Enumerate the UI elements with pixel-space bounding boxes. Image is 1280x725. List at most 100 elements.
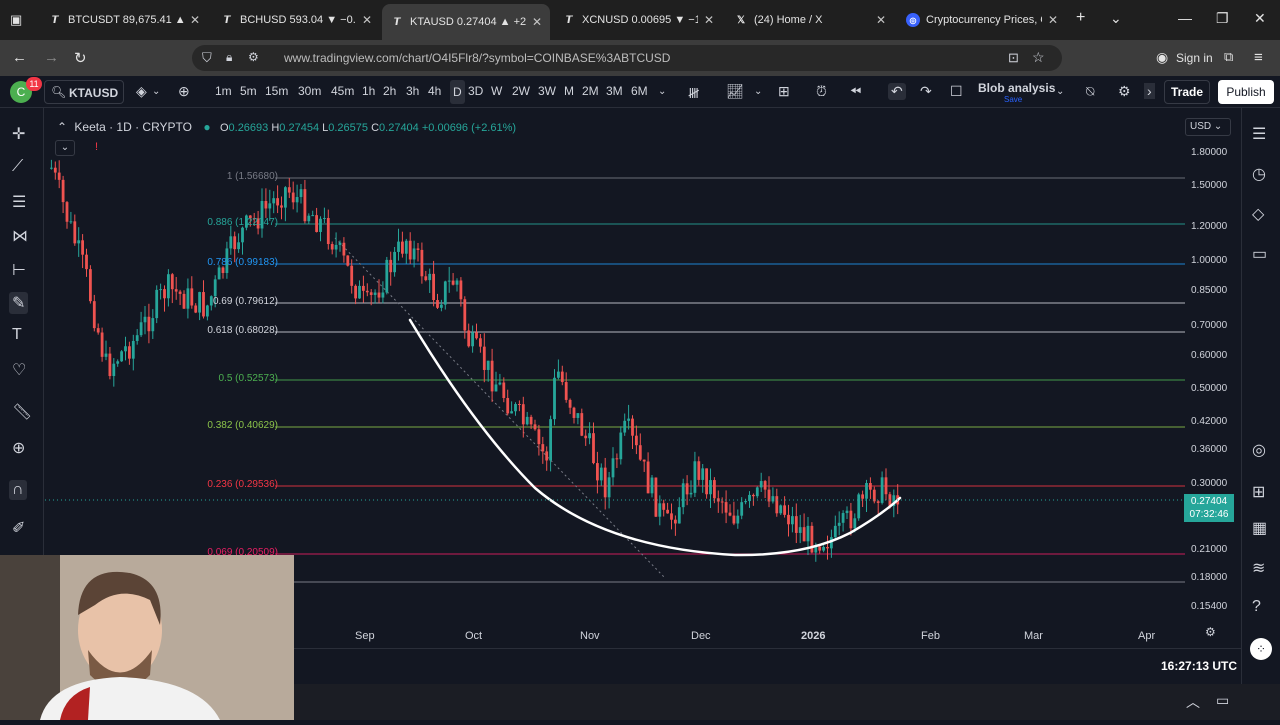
pattern-icon[interactable]: ⋈ (12, 226, 28, 246)
timeframe-3M[interactable]: 3M (606, 84, 623, 98)
browser-tab-btcusdt[interactable]: 𝙏BTCUSDT 89,675.41 ▲ +0.1✕ (40, 6, 208, 34)
timeframe-1m[interactable]: 1m (215, 84, 232, 98)
legend-arrow-icon[interactable]: ⌃ (57, 120, 67, 134)
close-icon[interactable]: ✕ (532, 15, 542, 29)
new-tab-icon[interactable]: + (1076, 9, 1085, 27)
timeframe-3h[interactable]: 3h (406, 84, 419, 98)
install-app-icon[interactable]: ⊡ (1008, 50, 1019, 66)
data-window-icon[interactable]: ⊞ (1252, 482, 1265, 502)
alert-icon[interactable]: ⏰︎ (816, 83, 827, 100)
timeframe-chevron-icon[interactable]: ⌄ (658, 86, 666, 97)
reload-icon[interactable]: ↻ (74, 49, 87, 67)
streams-icon[interactable]: ≋ (1252, 558, 1265, 578)
undo-icon[interactable]: ↶ (888, 83, 906, 100)
timeframe-3D[interactable]: 3D (468, 84, 483, 98)
quick-search-icon[interactable]: ⍉ (1086, 83, 1094, 100)
back-arrow-icon[interactable]: ← (12, 49, 27, 66)
indicators-icon[interactable]: 📈︎ (726, 83, 744, 100)
publish-button[interactable]: Publish (1218, 80, 1274, 104)
forward-arrow-icon[interactable]: → (44, 49, 59, 66)
sign-in-button[interactable]: Sign in (1176, 51, 1213, 65)
browser-menu-icon[interactable]: ≡ (1254, 49, 1263, 66)
url-text[interactable]: www.tradingview.com/chart/O4I5Flr8/?symb… (284, 51, 670, 65)
legend-title[interactable]: Keeta · 1D · CRYPTO (74, 120, 192, 134)
tab-list-chevron-icon[interactable]: ⌄ (1110, 10, 1122, 27)
lock-drawing-icon[interactable]: ✐ (12, 518, 25, 538)
chat-icon[interactable]: ▭ (1252, 244, 1267, 264)
timeframe-4h[interactable]: 4h (428, 84, 441, 98)
layout-square-icon[interactable]: ☐ (950, 83, 963, 100)
compare-icon[interactable]: ◈ (136, 83, 147, 100)
timeframe-1h[interactable]: 1h (362, 84, 375, 98)
chevron-down-icon[interactable]: ⌄ (152, 86, 160, 97)
calendar-icon[interactable]: ▦ (1252, 518, 1267, 538)
forecast-icon[interactable]: ⊢ (12, 260, 26, 280)
browser-tab-ktausd[interactable]: 𝙏KTAUSD 0.27404 ▲ +2.61%✕ (382, 4, 550, 40)
profile-icon[interactable]: ◉ (1156, 49, 1168, 66)
hotlist-icon[interactable]: ⁘ (1250, 638, 1272, 660)
timeframe-6M[interactable]: 6M (631, 84, 648, 98)
timeframe-45m[interactable]: 45m (331, 84, 354, 98)
collapse-legend-button[interactable]: ⌄ (55, 140, 75, 156)
bookmark-star-icon[interactable]: ☆ (1032, 49, 1045, 66)
currency-selector[interactable]: USD ⌄ (1185, 118, 1231, 136)
browser-tab-xcnusd[interactable]: 𝙏XCNUSD 0.00695 ▼ −1.28% |✕ (554, 6, 722, 34)
timeframe-3W[interactable]: 3W (538, 84, 556, 98)
help-icon[interactable]: ? (1252, 598, 1261, 616)
magnet-icon[interactable]: ∩ (9, 480, 27, 500)
settings-gear-icon[interactable]: ⚙ (1118, 83, 1131, 100)
layout-save-label[interactable]: Save (1004, 95, 1022, 104)
close-icon[interactable]: ✕ (876, 13, 886, 27)
timeframe-15m[interactable]: 15m (265, 84, 288, 98)
timeframe-2h[interactable]: 2h (383, 84, 396, 98)
timeframe-2W[interactable]: 2W (512, 84, 530, 98)
shield-icon[interactable]: ⛉ (202, 50, 212, 66)
window-close-icon[interactable]: ✕ (1254, 10, 1266, 27)
timeframe-W[interactable]: W (491, 84, 502, 98)
layout-name[interactable]: Blob analysis (978, 81, 1055, 95)
timeframe-D[interactable]: D (450, 80, 465, 104)
brush-icon[interactable]: ✎ (9, 292, 29, 314)
timeframe-30m[interactable]: 30m (298, 84, 321, 98)
trendline-icon[interactable]: ⟋ (12, 158, 23, 176)
browser-tab-coinmarketcap[interactable]: ◎Cryptocurrency Prices, Char✕ (898, 6, 1066, 34)
close-icon[interactable]: ✕ (362, 13, 372, 27)
extensions-icon[interactable]: ⧉ (1224, 49, 1233, 65)
utc-clock[interactable]: 16:27:13 UTC (1161, 659, 1237, 673)
chevron-down-icon[interactable]: ⌄ (754, 86, 762, 97)
replay-icon[interactable]: ⏪︎ (850, 83, 861, 100)
warning-icon[interactable]: ! (95, 141, 98, 153)
axis-settings-icon[interactable]: ⚙ (1205, 625, 1216, 639)
heart-icon[interactable]: ♡ (12, 360, 26, 380)
watchlist-icon[interactable]: ☰ (1252, 124, 1266, 144)
site-settings-icon[interactable]: ⚙ (248, 50, 259, 64)
close-icon[interactable]: ✕ (190, 13, 200, 27)
chevron-down-icon[interactable]: ⌄ (1056, 86, 1064, 97)
close-icon[interactable]: ✕ (1048, 13, 1058, 27)
maximize-icon[interactable]: ❐ (1216, 10, 1229, 27)
crosshair-icon[interactable]: ✛ (12, 124, 25, 144)
target-icon[interactable]: ◎ (1252, 440, 1266, 460)
tab-search-icon[interactable]: ▣ (10, 12, 22, 28)
candles-icon[interactable]: 𝍸 (688, 83, 699, 107)
trade-button[interactable]: Trade (1164, 80, 1210, 104)
close-icon[interactable]: ✕ (704, 13, 714, 27)
browser-tab-x-home[interactable]: 𝕏 (24) Home / X ✕ (726, 6, 894, 34)
timeframe-5m[interactable]: 5m (240, 84, 257, 98)
add-symbol-icon[interactable]: ⊕ (178, 83, 190, 100)
browser-tab-bchusd[interactable]: 𝙏BCHUSD 593.04 ▼ −0.97% |✕ (212, 6, 380, 34)
maximize-panel-icon[interactable]: ▭ (1216, 692, 1229, 709)
timeframe-2M[interactable]: 2M (582, 84, 599, 98)
fib-retracement-icon[interactable]: ☰ (12, 192, 26, 212)
url-box[interactable]: ⛉ 🔒︎ ⚙ www.tradingview.com/chart/O4I5Flr… (192, 45, 1062, 71)
ruler-icon[interactable]: 📏︎ (12, 402, 32, 422)
zoom-icon[interactable]: ⊕ (12, 438, 25, 458)
symbol-search[interactable]: 🔍︎ KTAUSD (44, 80, 124, 104)
lock-icon[interactable]: 🔒︎ (226, 50, 232, 65)
redo-icon[interactable]: ↷ (920, 83, 932, 100)
chevron-right-icon[interactable]: › (1144, 83, 1155, 99)
text-tool-icon[interactable]: T (12, 326, 22, 344)
layers-icon[interactable]: ◇ (1252, 204, 1264, 224)
alerts-clock-icon[interactable]: ◷ (1252, 164, 1266, 184)
minimize-icon[interactable]: — (1178, 10, 1192, 26)
